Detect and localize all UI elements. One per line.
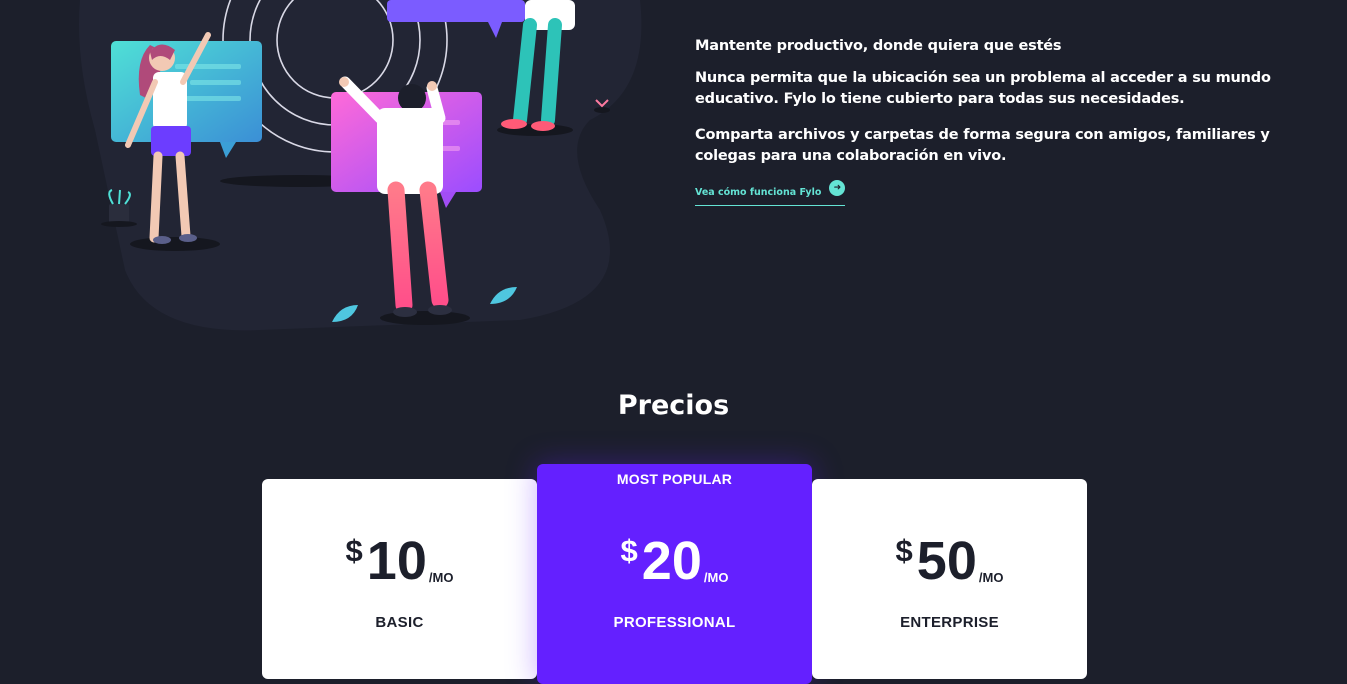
- price-currency: $: [620, 533, 638, 568]
- pricing-card-professional[interactable]: MOST POPULAR $ 20 /MO PROFESSIONAL: [537, 464, 812, 684]
- price: $ 20 /MO: [537, 531, 812, 591]
- most-popular-badge: MOST POPULAR: [616, 471, 733, 487]
- info-paragraph-sharing: Comparta archivos y carpetas de forma se…: [695, 126, 1270, 165]
- price: $ 10 /MO: [262, 531, 537, 591]
- info-paragraph-location: Nunca permita que la ubicación sea un pr…: [695, 69, 1271, 108]
- productivity-illustration: [0, 0, 680, 340]
- plan-name: ENTERPRISE: [900, 614, 999, 631]
- price-amount: 50: [916, 531, 977, 591]
- price-period: /MO: [703, 570, 729, 585]
- price: $ 50 /MO: [812, 531, 1087, 591]
- price-currency: $: [895, 533, 913, 568]
- pricing-title: Precios: [617, 390, 730, 421]
- see-how-fylo-works-link[interactable]: Vea cómo funciona Fylo ➜: [695, 180, 846, 206]
- price-currency: $: [345, 533, 363, 568]
- arrow-right-icon: ➜: [829, 180, 846, 196]
- pricing-card-enterprise[interactable]: $ 50 /MO ENTERPRISE: [812, 479, 1087, 679]
- price-period: /MO: [428, 570, 454, 585]
- pricing-card-basic[interactable]: $ 10 /MO BASIC: [262, 479, 537, 679]
- info-section: Mantente productivo, donde quiera que es…: [695, 36, 1295, 206]
- plan-name: BASIC: [375, 614, 424, 631]
- link-label: Vea cómo funciona Fylo: [695, 186, 822, 198]
- price-period: /MO: [978, 570, 1004, 585]
- info-heading: Mantente productivo, donde quiera que es…: [695, 38, 1062, 54]
- price-amount: 10: [366, 531, 427, 591]
- plan-name: PROFESSIONAL: [613, 614, 736, 631]
- price-amount: 20: [641, 531, 702, 591]
